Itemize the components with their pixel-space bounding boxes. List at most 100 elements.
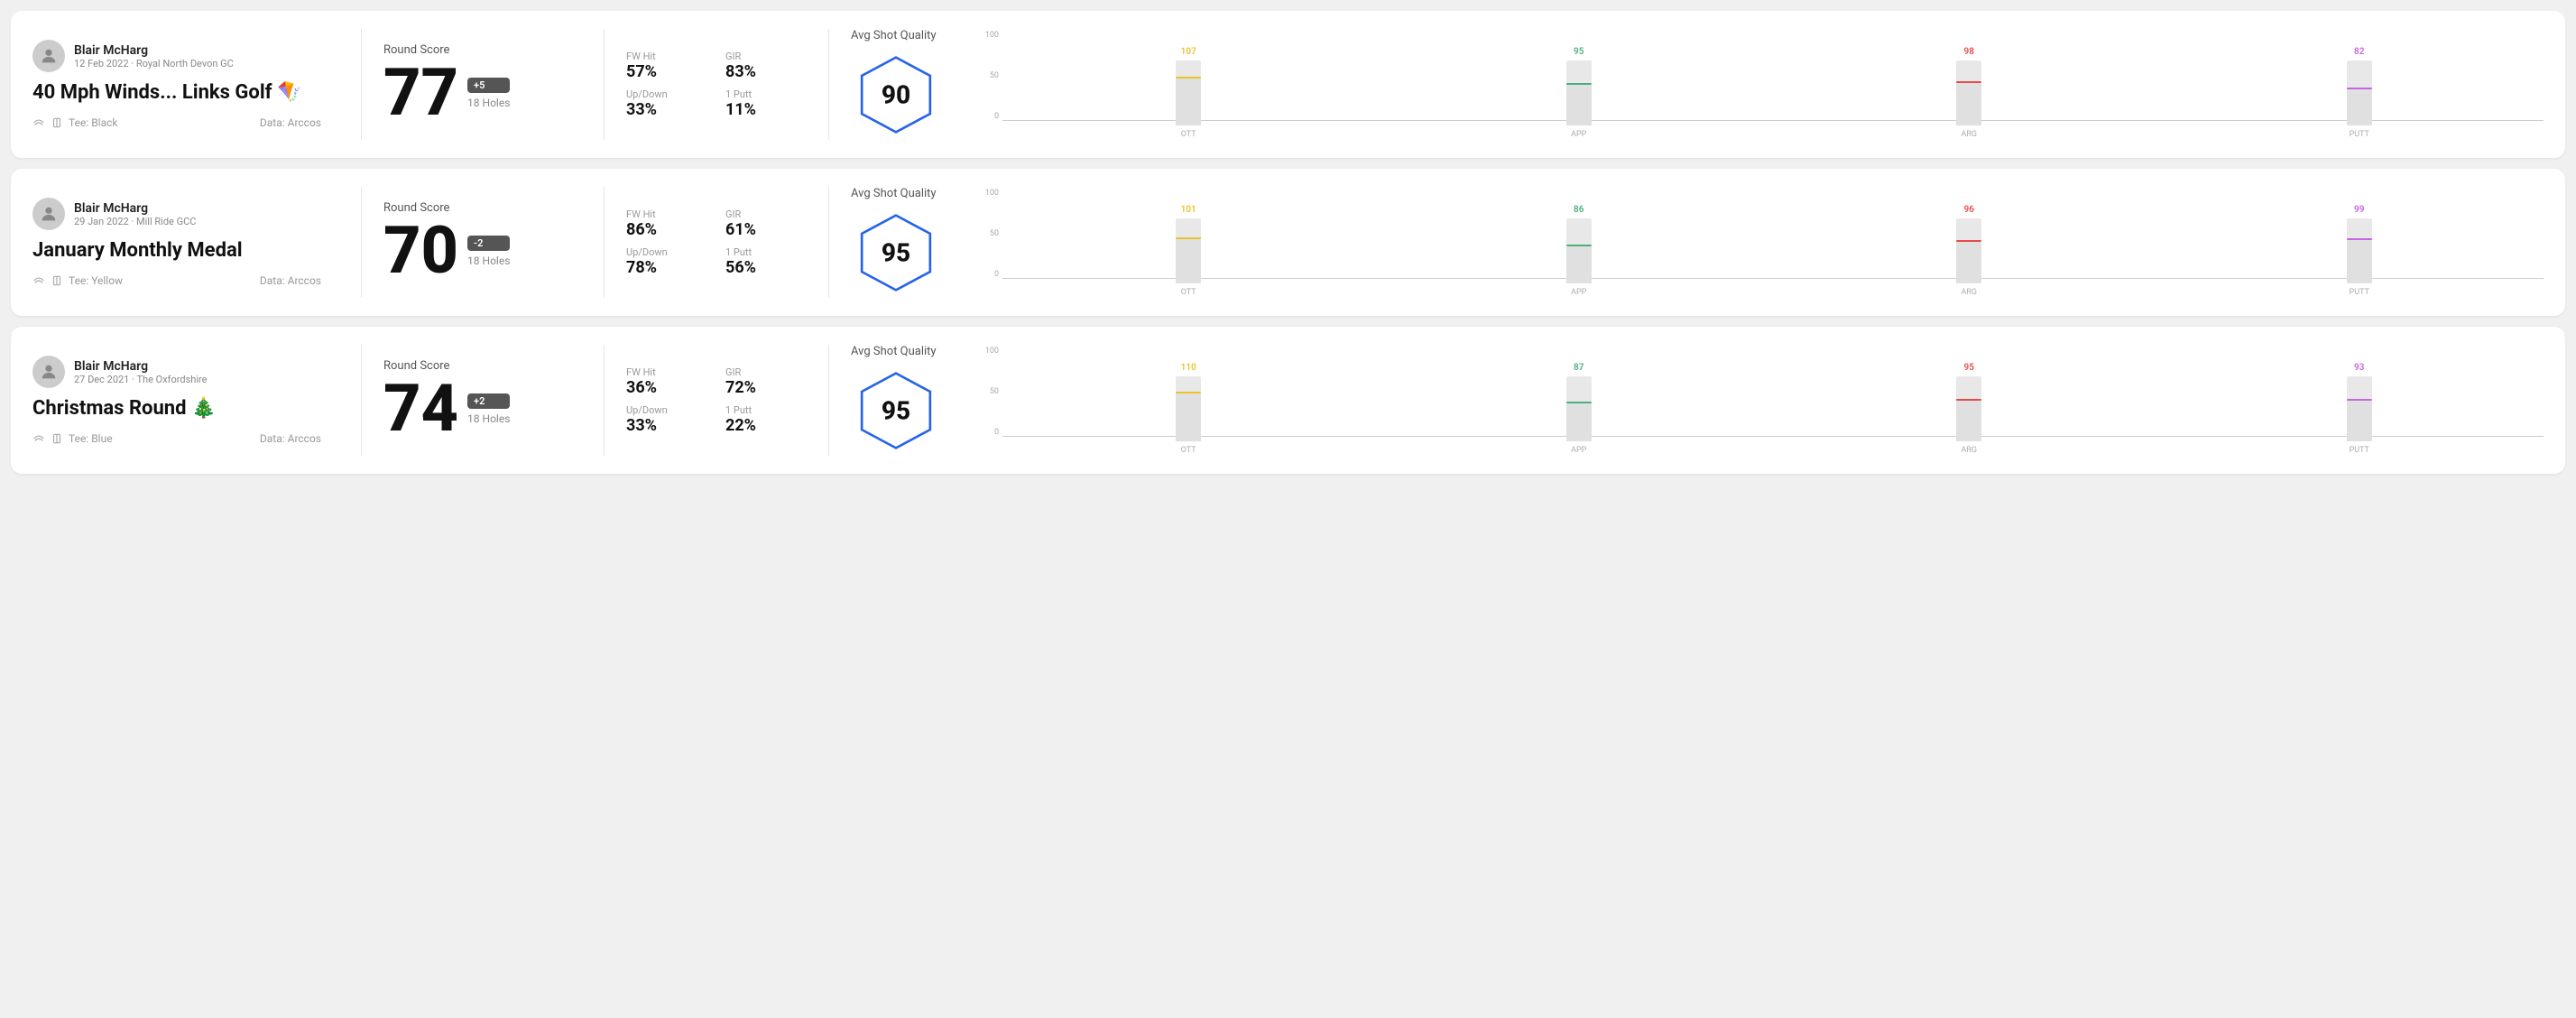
bar-value-app: 95 [1574, 47, 1583, 57]
user-info: Blair McHarg 12 Feb 2022 · Royal North D… [74, 43, 234, 69]
bar-value-arg: 96 [1964, 205, 1974, 215]
oneputt-stat: 1 Putt 56% [725, 246, 807, 277]
bar-line [2347, 238, 2372, 240]
bar-chart: 100 50 0 107 OTT 95 APP [977, 31, 2544, 139]
bar-col-arg: 96 ARG [1785, 205, 2154, 297]
chart-baseline [1002, 436, 2544, 437]
fw-hit-value: 36% [626, 378, 707, 397]
bar-x-label: OTT [1181, 288, 1196, 297]
data-source: Data: Arccos [260, 432, 321, 445]
stats-section: FW Hit 86% GIR 61% Up/Down 78% 1 Putt 56… [626, 208, 807, 277]
bar-x-label: APP [1571, 130, 1586, 139]
bar-track [1566, 376, 1592, 441]
bar-background [1176, 393, 1201, 441]
divider [361, 29, 362, 140]
date-course: 27 Dec 2021 · The Oxfordshire [74, 374, 207, 385]
divider [828, 187, 829, 298]
chart-section: 100 50 0 110 OTT 87 APP [977, 347, 2544, 455]
score-number: 74 [383, 376, 458, 441]
chart-baseline [1002, 278, 2544, 279]
updown-stat: Up/Down 78% [626, 246, 707, 277]
bar-background [1176, 79, 1201, 125]
left-section: Blair McHarg 12 Feb 2022 · Royal North D… [32, 40, 339, 129]
user-name: Blair McHarg [74, 359, 207, 374]
data-source: Data: Arccos [260, 274, 321, 287]
bar-col-ott: 110 OTT [1004, 363, 1373, 455]
stats-grid: FW Hit 36% GIR 72% Up/Down 33% 1 Putt 22… [626, 366, 807, 435]
quality-section: Avg Shot Quality 95 [851, 345, 977, 456]
score-detail: +2 18 Holes [467, 393, 510, 425]
date-course: 12 Feb 2022 · Royal North Devon GC [74, 58, 234, 69]
round-title: Christmas Round 🎄 [32, 397, 321, 420]
divider [604, 187, 605, 298]
bar-track [1956, 60, 1981, 125]
bar-background [2347, 89, 2372, 125]
bar-line [1566, 83, 1592, 85]
fw-hit-label: FW Hit [626, 51, 707, 62]
user-name: Blair McHarg [74, 43, 234, 58]
fw-hit-stat: FW Hit 86% [626, 208, 707, 239]
footer-row: Tee: Yellow Data: Arccos [32, 274, 321, 287]
bar-value-arg: 95 [1964, 363, 1974, 373]
bar-value-putt: 93 [2354, 363, 2364, 373]
gir-stat: GIR 83% [725, 51, 807, 81]
score-holes: 18 Holes [467, 412, 510, 425]
y-label-0: 0 [994, 270, 999, 279]
date-course: 29 Jan 2022 · Mill Ride GCC [74, 216, 196, 227]
hexagon-wrapper: 95 [851, 208, 941, 298]
bar-value-putt: 99 [2354, 205, 2364, 215]
weather-icon [32, 116, 45, 129]
updown-value: 33% [626, 416, 707, 435]
bar-col-app: 95 APP [1395, 47, 1764, 139]
tee-label: Tee: Yellow [69, 274, 123, 287]
weather-icon [32, 432, 45, 445]
bar-background [1956, 242, 1981, 283]
bar-track [1566, 60, 1592, 125]
oneputt-label: 1 Putt [725, 404, 807, 416]
bar-chart: 100 50 0 101 OTT 86 APP [977, 189, 2544, 297]
score-badge: +5 [467, 78, 510, 93]
chart-section: 100 50 0 107 OTT 95 APP [977, 31, 2544, 139]
fw-hit-label: FW Hit [626, 208, 707, 220]
data-source: Data: Arccos [260, 116, 321, 129]
left-section: Blair McHarg 29 Jan 2022 · Mill Ride GCC… [32, 198, 339, 287]
stats-section: FW Hit 36% GIR 72% Up/Down 33% 1 Putt 22… [626, 366, 807, 435]
user-info: Blair McHarg 29 Jan 2022 · Mill Ride GCC [74, 201, 196, 227]
updown-stat: Up/Down 33% [626, 88, 707, 119]
fw-hit-label: FW Hit [626, 366, 707, 378]
quality-score: 95 [882, 238, 910, 268]
footer-row: Tee: Blue Data: Arccos [32, 432, 321, 445]
y-label-100: 100 [985, 31, 999, 40]
bar-col-putt: 82 PUTT [2175, 47, 2544, 139]
y-label-100: 100 [985, 189, 999, 198]
oneputt-label: 1 Putt [725, 246, 807, 258]
gir-value: 83% [725, 62, 807, 81]
updown-label: Up/Down [626, 88, 707, 100]
golf-bag-icon [51, 274, 63, 287]
bar-x-label: PUTT [2350, 446, 2369, 455]
bar-x-label: APP [1571, 288, 1586, 297]
bar-background [2347, 240, 2372, 283]
divider [828, 29, 829, 140]
divider [361, 345, 362, 456]
oneputt-label: 1 Putt [725, 88, 807, 100]
bar-line [1176, 77, 1201, 79]
bar-value-ott: 110 [1181, 363, 1196, 373]
fw-hit-value: 57% [626, 62, 707, 81]
updown-label: Up/Down [626, 404, 707, 416]
bar-track [1176, 60, 1201, 125]
fw-hit-stat: FW Hit 57% [626, 51, 707, 81]
score-main: 77 +5 18 Holes [383, 60, 582, 125]
bar-x-label: OTT [1181, 130, 1196, 139]
bar-x-label: PUTT [2350, 288, 2369, 297]
chart-section: 100 50 0 101 OTT 86 APP [977, 189, 2544, 297]
round-card: Blair McHarg 12 Feb 2022 · Royal North D… [11, 11, 2565, 158]
score-detail: +5 18 Holes [467, 78, 510, 109]
avatar [32, 198, 65, 230]
stats-grid: FW Hit 86% GIR 61% Up/Down 78% 1 Putt 56… [626, 208, 807, 277]
bar-x-label: APP [1571, 446, 1586, 455]
oneputt-stat: 1 Putt 22% [725, 404, 807, 435]
bar-line [1956, 81, 1981, 83]
score-holes: 18 Holes [467, 97, 510, 109]
y-label-50: 50 [990, 229, 999, 238]
